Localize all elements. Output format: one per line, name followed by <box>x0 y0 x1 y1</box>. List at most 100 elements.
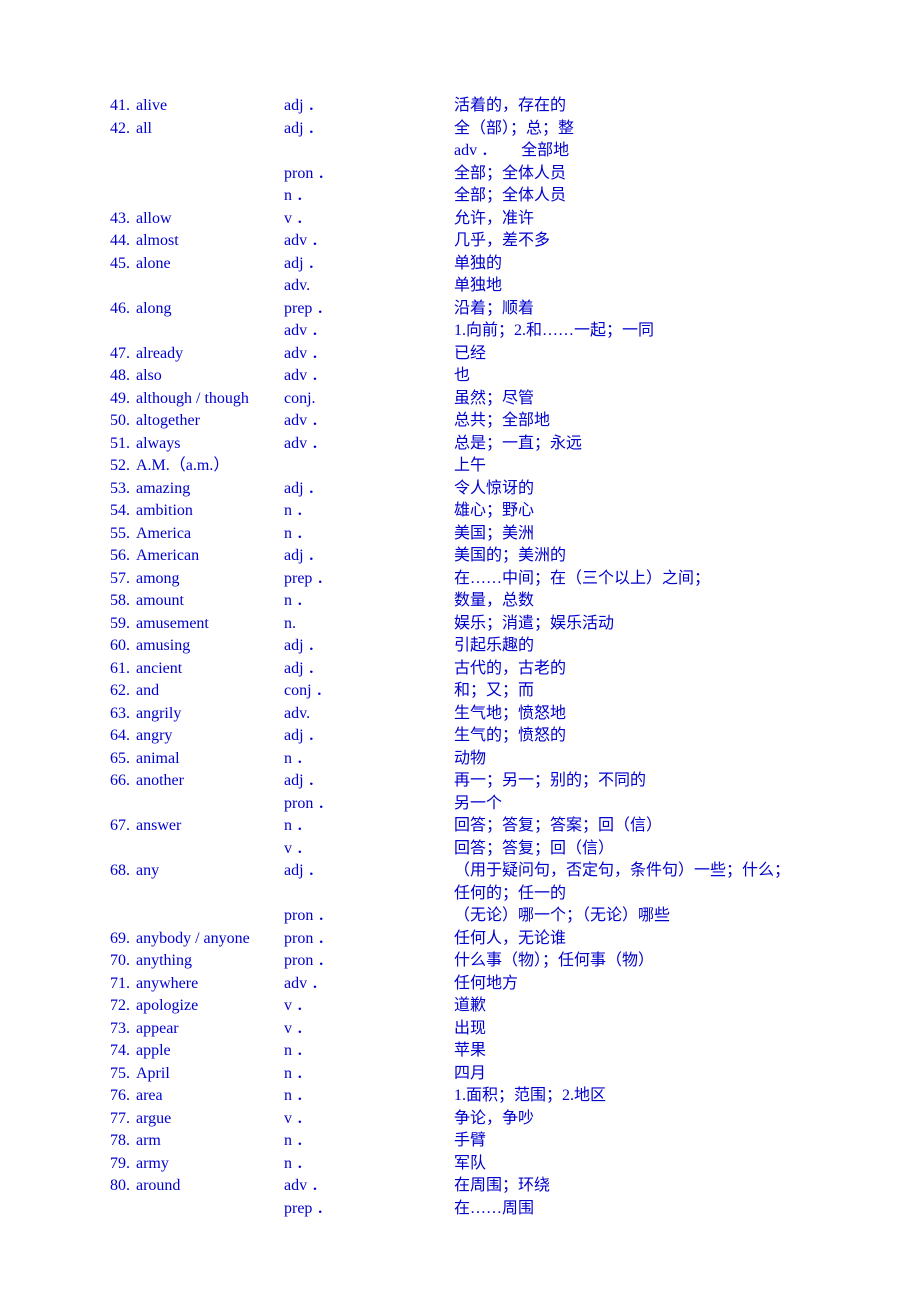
entry-number: 79. <box>88 1153 136 1176</box>
entry-number: 55. <box>88 523 136 546</box>
entry-word: amusement <box>136 613 284 636</box>
entry-number: 69. <box>88 928 136 951</box>
part-of-speech: n ． <box>284 185 454 208</box>
entry-word: among <box>136 568 284 591</box>
vocabulary-row: 44.almostadv ．几乎，差不多 <box>88 230 832 253</box>
part-of-speech: adv ． <box>284 320 454 343</box>
vocabulary-row: 78.armn ．手臂 <box>88 1130 832 1153</box>
vocabulary-row: 66.anotheradj ．再一；另一；别的；不同的 <box>88 770 832 793</box>
definition-text: 任何的；任一的 <box>454 883 832 906</box>
vocabulary-row: 76.arean ．1.面积；范围；2.地区 <box>88 1085 832 1108</box>
definition-text: 在周围；环绕 <box>454 1175 832 1198</box>
entry-number: 66. <box>88 770 136 793</box>
entry-word: already <box>136 343 284 366</box>
definition-text: 全部；全体人员 <box>454 185 832 208</box>
entry-word: A.M.（a.m.） <box>136 455 284 478</box>
entry-number <box>88 793 136 816</box>
definition-text: 任何地方 <box>454 973 832 996</box>
entry-word: appear <box>136 1018 284 1041</box>
definition-text: 全（部）；总；整 <box>454 118 832 141</box>
part-of-speech: n ． <box>284 500 454 523</box>
vocabulary-row: 47.alreadyadv ．已经 <box>88 343 832 366</box>
entry-number: 75. <box>88 1063 136 1086</box>
entry-word: any <box>136 860 284 883</box>
entry-number: 57. <box>88 568 136 591</box>
part-of-speech: n ． <box>284 1085 454 1108</box>
part-of-speech: conj ． <box>284 680 454 703</box>
entry-word: and <box>136 680 284 703</box>
entry-word: April <box>136 1063 284 1086</box>
definition-text: adv ． 全部地 <box>454 140 832 163</box>
definition-text: 总共；全部地 <box>454 410 832 433</box>
entry-number: 76. <box>88 1085 136 1108</box>
part-of-speech: adv ． <box>284 230 454 253</box>
part-of-speech: v ． <box>284 995 454 1018</box>
part-of-speech: n ． <box>284 748 454 771</box>
definition-text: 令人惊讶的 <box>454 478 832 501</box>
part-of-speech: pron ． <box>284 793 454 816</box>
entry-number: 53. <box>88 478 136 501</box>
entry-word: around <box>136 1175 284 1198</box>
part-of-speech: adj ． <box>284 545 454 568</box>
entry-number <box>88 320 136 343</box>
vocabulary-row: v ．回答；答复；回（信） <box>88 838 832 861</box>
definition-text: 单独地 <box>454 275 832 298</box>
entry-word <box>136 905 284 928</box>
definition-text: 引起乐趣的 <box>454 635 832 658</box>
part-of-speech: v ． <box>284 838 454 861</box>
vocabulary-row: 70.anythingpron ．什么事（物）；任何事（物） <box>88 950 832 973</box>
definition-text: 争论，争吵 <box>454 1108 832 1131</box>
vocabulary-row: 51.alwaysadv ．总是；一直；永远 <box>88 433 832 456</box>
vocabulary-row: 49.although / thoughconj.虽然；尽管 <box>88 388 832 411</box>
definition-text: 美国的；美洲的 <box>454 545 832 568</box>
part-of-speech: adj ． <box>284 658 454 681</box>
entry-word: along <box>136 298 284 321</box>
entry-word: amount <box>136 590 284 613</box>
definition-text: 沿着；顺着 <box>454 298 832 321</box>
entry-number: 45. <box>88 253 136 276</box>
entry-word <box>136 185 284 208</box>
entry-word <box>136 320 284 343</box>
entry-word: animal <box>136 748 284 771</box>
entry-number: 44. <box>88 230 136 253</box>
entry-number: 60. <box>88 635 136 658</box>
entry-number: 41. <box>88 95 136 118</box>
definition-text: （无论）哪一个；（无论）哪些 <box>454 905 832 928</box>
entry-word: although / though <box>136 388 284 411</box>
entry-number <box>88 905 136 928</box>
definition-text: 允许，准许 <box>454 208 832 231</box>
vocabulary-row: 46.alongprep ．沿着；顺着 <box>88 298 832 321</box>
entry-number: 62. <box>88 680 136 703</box>
definition-text: 苹果 <box>454 1040 832 1063</box>
entry-number <box>88 140 136 163</box>
part-of-speech: adj ． <box>284 253 454 276</box>
entry-number: 67. <box>88 815 136 838</box>
part-of-speech <box>284 140 454 163</box>
part-of-speech: n ． <box>284 590 454 613</box>
entry-number: 61. <box>88 658 136 681</box>
entry-number: 77. <box>88 1108 136 1131</box>
entry-number: 73. <box>88 1018 136 1041</box>
entry-word: apologize <box>136 995 284 1018</box>
definition-text: 手臂 <box>454 1130 832 1153</box>
definition-text: 娱乐；消遣；娱乐活动 <box>454 613 832 636</box>
definition-text: 数量，总数 <box>454 590 832 613</box>
vocabulary-row: adv ．1.向前；2.和……一起；一同 <box>88 320 832 343</box>
definition-text: 回答；答复；答案；回（信） <box>454 815 832 838</box>
part-of-speech: pron ． <box>284 950 454 973</box>
part-of-speech: n ． <box>284 523 454 546</box>
entry-word: altogether <box>136 410 284 433</box>
entry-word: arm <box>136 1130 284 1153</box>
vocabulary-row: 75.Apriln ．四月 <box>88 1063 832 1086</box>
entry-number: 42. <box>88 118 136 141</box>
definition-text: 和；又；而 <box>454 680 832 703</box>
vocabulary-row: 65.animaln ．动物 <box>88 748 832 771</box>
entry-word: army <box>136 1153 284 1176</box>
part-of-speech: adj ． <box>284 635 454 658</box>
part-of-speech: adj ． <box>284 770 454 793</box>
definition-text: 美国；美洲 <box>454 523 832 546</box>
vocabulary-row: 73.appearv ．出现 <box>88 1018 832 1041</box>
vocabulary-row: n ．全部；全体人员 <box>88 185 832 208</box>
definition-text: 生气地；愤怒地 <box>454 703 832 726</box>
vocabulary-row: 43.allowv ．允许，准许 <box>88 208 832 231</box>
